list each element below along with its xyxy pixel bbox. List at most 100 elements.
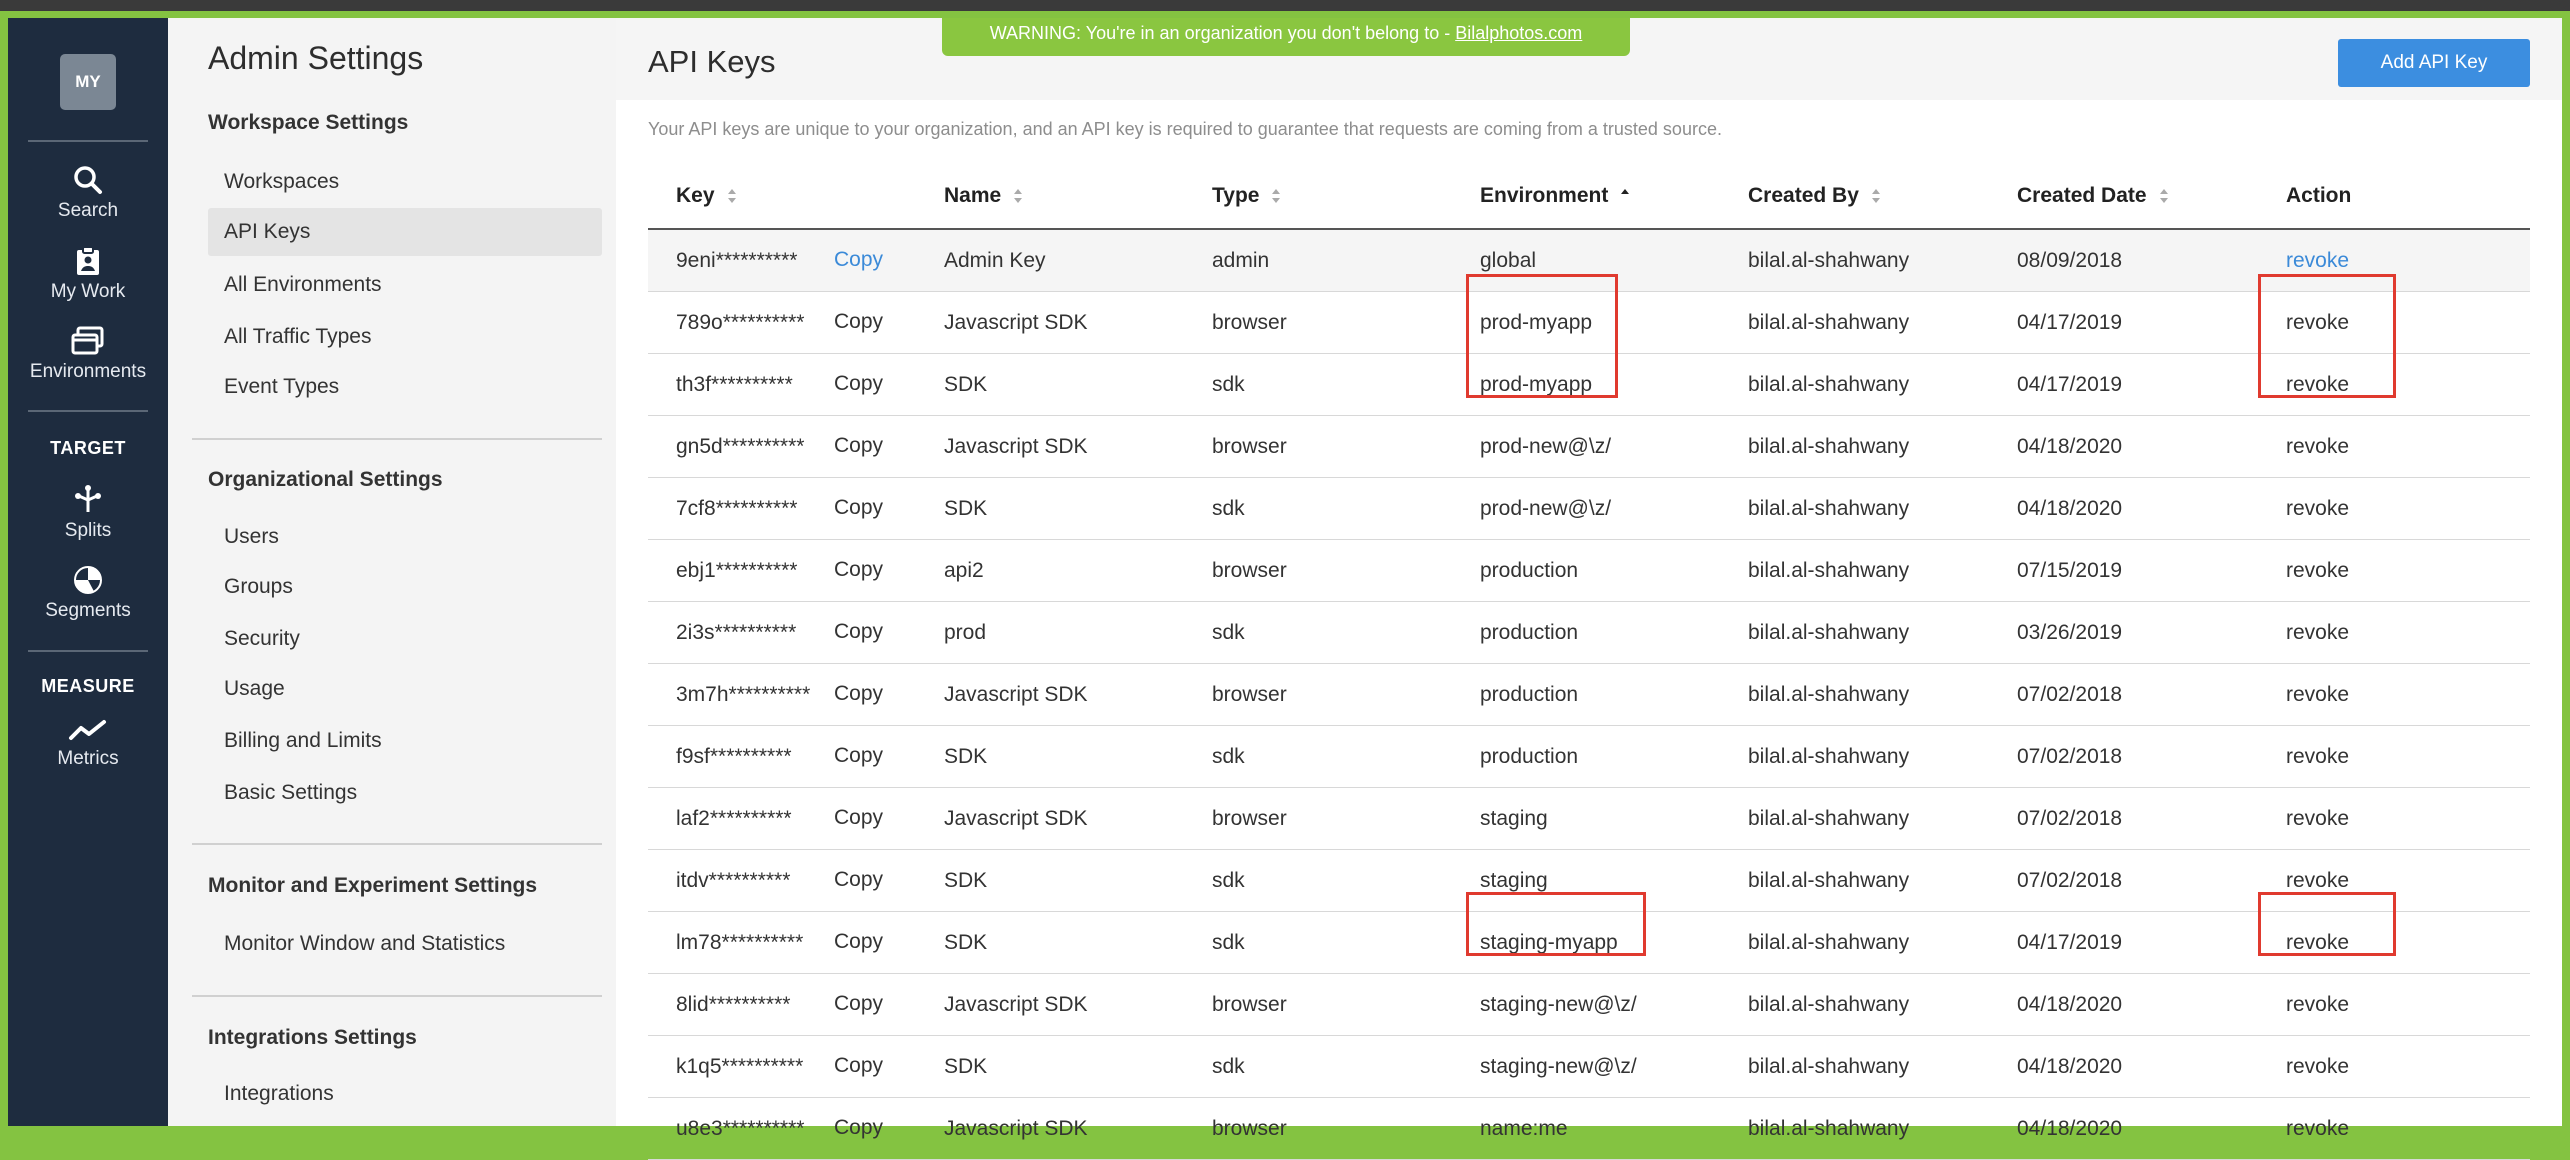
- column-header-name[interactable]: Name: [916, 164, 1184, 230]
- key-type: browser: [1184, 415, 1452, 478]
- key-type: sdk: [1184, 725, 1452, 788]
- settings-item-basic[interactable]: Basic Settings: [224, 781, 357, 805]
- nav-environments[interactable]: Environments: [8, 325, 168, 383]
- copy-key-button[interactable]: Copy: [834, 496, 883, 519]
- column-header-key[interactable]: Key: [648, 164, 916, 230]
- section-divider: [192, 438, 602, 440]
- column-header-environment[interactable]: Environment: [1452, 164, 1720, 230]
- key-created-by: bilal.al-shahwany: [1720, 725, 1989, 788]
- copy-key-button[interactable]: Copy: [834, 806, 883, 829]
- copy-key-button[interactable]: Copy: [834, 992, 883, 1015]
- revoke-link[interactable]: revoke: [2286, 993, 2349, 1016]
- table-row: gn5d********** Copy Javascript SDK browse…: [648, 415, 2530, 478]
- key-created-date: 08/09/2018: [1989, 229, 2258, 292]
- copy-key-button[interactable]: Copy: [834, 930, 883, 953]
- column-header-type[interactable]: Type: [1184, 164, 1452, 230]
- key-created-by: bilal.al-shahwany: [1720, 229, 1989, 292]
- sort-icon: [1871, 188, 1881, 204]
- key-created-by: bilal.al-shahwany: [1720, 787, 1989, 850]
- nav-segments[interactable]: Segments: [8, 564, 168, 622]
- highlight-box: [2258, 274, 2396, 398]
- key-environment: staging: [1452, 787, 1720, 850]
- revoke-link[interactable]: revoke: [2286, 249, 2349, 272]
- settings-item-api-keys[interactable]: API Keys: [208, 208, 602, 256]
- key-type: browser: [1184, 973, 1452, 1036]
- key-created-by: bilal.al-shahwany: [1720, 911, 1989, 974]
- revoke-link[interactable]: revoke: [2286, 559, 2349, 582]
- copy-key-button[interactable]: Copy: [834, 620, 883, 643]
- copy-key-button[interactable]: Copy: [834, 1116, 883, 1139]
- settings-item-workspaces[interactable]: Workspaces: [224, 170, 339, 194]
- revoke-link[interactable]: revoke: [2286, 1055, 2349, 1078]
- copy-key-button[interactable]: Copy: [834, 558, 883, 581]
- highlight-box: [1466, 892, 1646, 956]
- key-name: Javascript SDK: [916, 787, 1184, 850]
- api-key-masked: u8e3**********: [676, 1116, 805, 1140]
- key-name: SDK: [916, 477, 1184, 540]
- settings-item-groups[interactable]: Groups: [224, 575, 293, 599]
- key-created-by: bilal.al-shahwany: [1720, 1097, 1989, 1160]
- nav-measure-heading: MEASURE: [41, 676, 135, 696]
- key-type: sdk: [1184, 1035, 1452, 1098]
- revoke-link[interactable]: revoke: [2286, 435, 2349, 458]
- settings-item-users[interactable]: Users: [224, 525, 279, 549]
- key-created-date: 07/02/2018: [1989, 787, 2258, 850]
- settings-item-security[interactable]: Security: [224, 627, 300, 651]
- revoke-link[interactable]: revoke: [2286, 745, 2349, 768]
- page-description: Your API keys are unique to your organiz…: [648, 119, 1722, 139]
- key-name: Admin Key: [916, 229, 1184, 292]
- revoke-link[interactable]: revoke: [2286, 869, 2349, 892]
- copy-key-button[interactable]: Copy: [834, 310, 883, 333]
- key-created-by: bilal.al-shahwany: [1720, 973, 1989, 1036]
- copy-key-button[interactable]: Copy: [834, 868, 883, 891]
- key-created-by: bilal.al-shahwany: [1720, 291, 1989, 354]
- key-created-date: 04/18/2020: [1989, 1097, 2258, 1160]
- copy-key-button[interactable]: Copy: [834, 1054, 883, 1077]
- revoke-link[interactable]: revoke: [2286, 683, 2349, 706]
- key-created-date: 04/17/2019: [1989, 911, 2258, 974]
- nav-divider: [28, 410, 148, 412]
- revoke-link[interactable]: revoke: [2286, 497, 2349, 520]
- settings-item-all-traffic-types[interactable]: All Traffic Types: [224, 325, 371, 349]
- key-created-by: bilal.al-shahwany: [1720, 1035, 1989, 1098]
- nav-divider: [28, 650, 148, 652]
- warning-org-link[interactable]: Bilalphotos.com: [1455, 23, 1582, 43]
- settings-item-integrations[interactable]: Integrations: [224, 1082, 334, 1106]
- settings-item-monitor-window[interactable]: Monitor Window and Statistics: [224, 932, 505, 956]
- add-api-key-button[interactable]: Add API Key: [2338, 39, 2530, 87]
- copy-key-button[interactable]: Copy: [834, 434, 883, 457]
- settings-item-billing[interactable]: Billing and Limits: [224, 729, 382, 753]
- copy-key-button[interactable]: Copy: [834, 248, 883, 271]
- table-row: 2i3s********** Copy prod sdk production b…: [648, 601, 2530, 664]
- settings-item-event-types[interactable]: Event Types: [224, 375, 339, 399]
- revoke-link[interactable]: revoke: [2286, 621, 2349, 644]
- key-environment: production: [1452, 663, 1720, 726]
- table-row: 7cf8********** Copy SDK sdk prod-new@\z/ …: [648, 477, 2530, 540]
- key-environment: prod-new@\z/: [1452, 477, 1720, 540]
- revoke-link[interactable]: revoke: [2286, 1117, 2349, 1140]
- nav-environments-label: Environments: [29, 361, 147, 382]
- api-key-masked: lm78**********: [676, 930, 804, 954]
- workspace-avatar[interactable]: MY: [60, 54, 116, 110]
- revoke-link[interactable]: revoke: [2286, 807, 2349, 830]
- nav-search[interactable]: Search: [8, 164, 168, 222]
- nav-my-work[interactable]: My Work: [8, 245, 168, 303]
- workspace-settings-heading: Workspace Settings: [208, 111, 409, 134]
- nav-splits[interactable]: Splits: [8, 484, 168, 542]
- warning-banner: WARNING: You're in an organization you d…: [942, 18, 1630, 56]
- key-name: api2: [916, 539, 1184, 602]
- nav-metrics-label: Metrics: [57, 748, 119, 769]
- api-key-masked: 8lid**********: [676, 992, 791, 1016]
- copy-key-button[interactable]: Copy: [834, 682, 883, 705]
- settings-item-all-environments[interactable]: All Environments: [224, 273, 382, 297]
- key-created-by: bilal.al-shahwany: [1720, 477, 1989, 540]
- column-header-created-date[interactable]: Created Date: [1989, 164, 2258, 230]
- key-environment: prod-new@\z/: [1452, 415, 1720, 478]
- settings-item-usage[interactable]: Usage: [224, 677, 285, 701]
- key-environment: production: [1452, 601, 1720, 664]
- copy-key-button[interactable]: Copy: [834, 744, 883, 767]
- column-header-created-by[interactable]: Created By: [1720, 164, 1989, 230]
- monitor-settings-heading: Monitor and Experiment Settings: [208, 874, 538, 897]
- nav-metrics[interactable]: Metrics: [8, 718, 168, 770]
- copy-key-button[interactable]: Copy: [834, 372, 883, 395]
